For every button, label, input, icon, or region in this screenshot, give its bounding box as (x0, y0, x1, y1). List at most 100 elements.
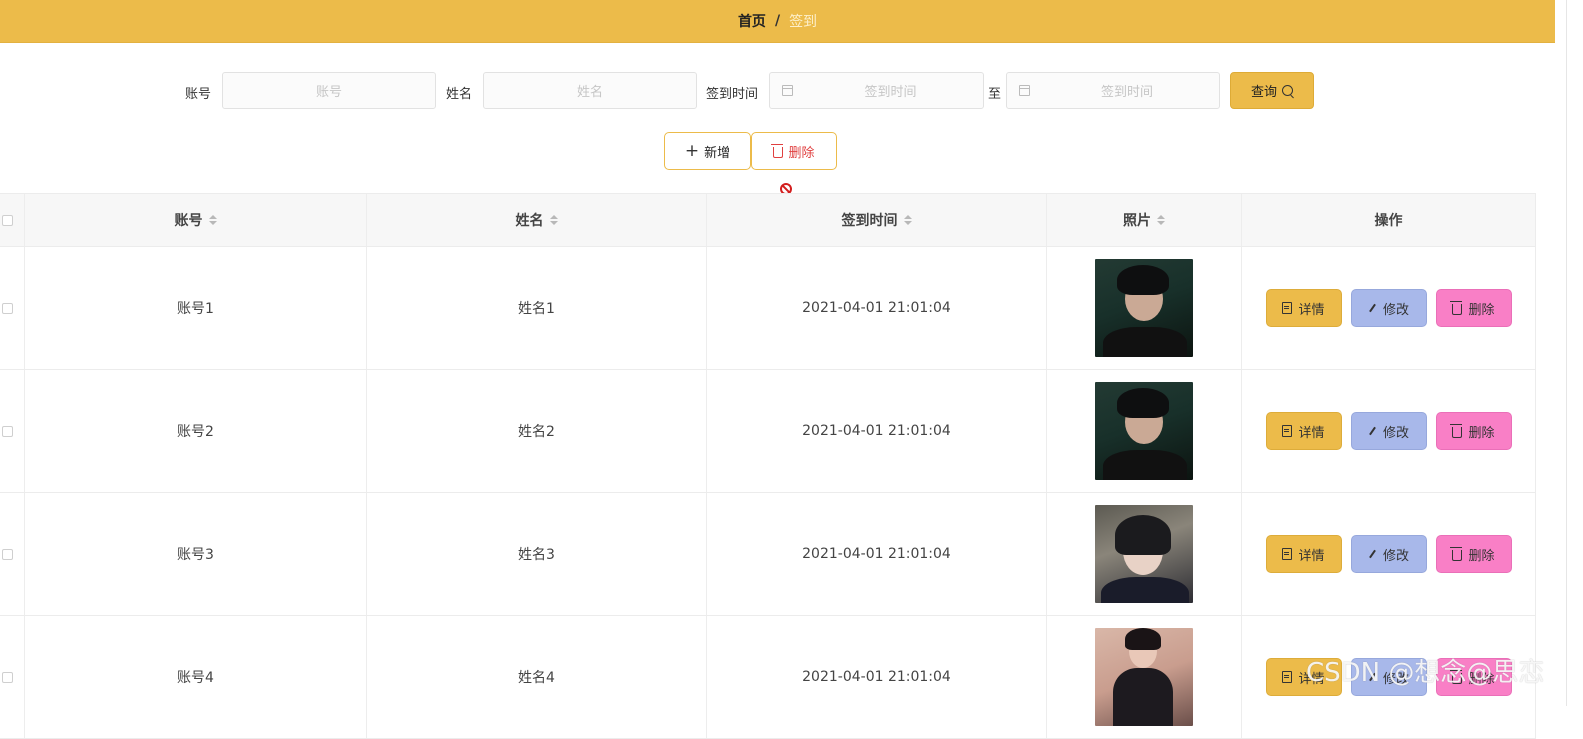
time-label: 签到时间 (706, 87, 759, 102)
delete-button[interactable]: 删除 (1435, 535, 1512, 573)
to-label: 至 (988, 87, 1002, 102)
cell-name: 姓名1 (367, 247, 707, 369)
detail-label: 详情 (1298, 671, 1325, 687)
header-account[interactable]: 账号 (25, 194, 367, 246)
row-checkbox-cell (0, 493, 25, 615)
edit-icon (1369, 672, 1376, 682)
detail-label: 详情 (1298, 548, 1325, 564)
row-checkbox-cell (0, 616, 25, 738)
action-bar: + 新增 删除 (0, 132, 1555, 172)
time-end-placeholder: 签到时间 (1100, 85, 1153, 100)
select-all-checkbox[interactable] (1, 214, 13, 226)
breadcrumb-current: 签到 (789, 14, 818, 30)
search-icon (1282, 85, 1293, 96)
delete-label: 删除 (1468, 425, 1495, 441)
name-input[interactable]: 姓名 (483, 72, 697, 109)
table-header: 账号 姓名 签到时间 照片 操作 (0, 193, 1535, 247)
sort-icon[interactable] (1157, 215, 1165, 225)
edit-label: 修改 (1382, 425, 1409, 441)
cell-account: 账号3 (25, 493, 367, 615)
name-placeholder: 姓名 (576, 85, 603, 100)
page-edge (1555, 0, 1583, 706)
time-start-placeholder: 签到时间 (864, 85, 917, 100)
delete-button[interactable]: 删除 (1435, 658, 1512, 696)
sort-icon[interactable] (903, 215, 912, 225)
account-placeholder: 账号 (315, 85, 342, 100)
edit-label: 修改 (1382, 548, 1409, 564)
cell-time: 2021-04-01 21:01:04 (707, 616, 1047, 738)
document-icon (1282, 425, 1293, 437)
header-name[interactable]: 姓名 (367, 194, 707, 246)
header-account-label: 账号 (174, 213, 203, 229)
cell-ops: 详情 修改 删除 (1242, 370, 1535, 492)
row-checkbox-cell (0, 370, 25, 492)
breadcrumb-separator: / (774, 13, 781, 29)
account-label: 账号 (185, 87, 212, 102)
header-time-label: 签到时间 (841, 213, 898, 229)
cell-name: 姓名2 (367, 370, 707, 492)
portrait-photo[interactable] (1095, 505, 1193, 603)
account-input[interactable]: 账号 (222, 72, 436, 109)
delete-label: 删除 (1468, 671, 1495, 687)
table-row: 账号4 姓名4 2021-04-01 21:01:04 详情 修改 删除 (0, 616, 1535, 739)
checkin-table: 账号 姓名 签到时间 照片 操作 账号1 姓名1 2021-04-01 21:0… (0, 193, 1536, 739)
calendar-icon (1019, 85, 1030, 96)
sort-icon[interactable] (208, 215, 217, 225)
detail-button[interactable]: 详情 (1265, 535, 1342, 573)
trash-icon (1450, 301, 1463, 315)
row-checkbox-cell (0, 247, 25, 369)
table-row: 账号1 姓名1 2021-04-01 21:01:04 详情 修改 删除 (0, 247, 1535, 370)
delete-label: 删除 (1468, 548, 1495, 564)
time-end-input[interactable]: 签到时间 (1006, 72, 1220, 109)
delete-label: 删除 (1468, 302, 1495, 318)
detail-button[interactable]: 详情 (1265, 289, 1342, 327)
header-photo[interactable]: 照片 (1047, 194, 1242, 246)
time-start-input[interactable]: 签到时间 (769, 72, 984, 109)
header-time[interactable]: 签到时间 (707, 194, 1047, 246)
header-name-label: 姓名 (515, 213, 544, 229)
edit-button[interactable]: 修改 (1350, 658, 1427, 696)
portrait-photo[interactable] (1095, 382, 1193, 480)
row-checkbox[interactable] (1, 671, 13, 683)
trash-icon (1450, 424, 1463, 438)
table-row: 账号3 姓名3 2021-04-01 21:01:04 详情 修改 删除 (0, 493, 1535, 616)
document-icon (1282, 671, 1293, 683)
portrait-photo[interactable] (1095, 628, 1193, 726)
search-form: 账号 账号 姓名 姓名 签到时间 签到时间 至 签到时间 查询 (0, 72, 1555, 112)
trash-icon (1450, 547, 1463, 561)
row-checkbox[interactable] (1, 302, 13, 314)
edit-button[interactable]: 修改 (1350, 535, 1427, 573)
delete-button[interactable]: 删除 (1435, 289, 1512, 327)
detail-label: 详情 (1298, 425, 1325, 441)
cell-account: 账号2 (25, 370, 367, 492)
edit-icon (1369, 426, 1376, 436)
trash-icon (1450, 670, 1463, 684)
add-label: 新增 (704, 145, 731, 161)
detail-button[interactable]: 详情 (1265, 658, 1342, 696)
scrollbar-track[interactable] (1566, 0, 1567, 706)
breadcrumb-home[interactable]: 首页 (738, 11, 766, 31)
cell-photo (1047, 370, 1242, 492)
delete-button[interactable]: 删除 (1435, 412, 1512, 450)
cell-photo (1047, 616, 1242, 738)
edit-label: 修改 (1382, 302, 1409, 318)
cell-name: 姓名3 (367, 493, 707, 615)
edit-button[interactable]: 修改 (1350, 412, 1427, 450)
row-checkbox[interactable] (1, 548, 13, 560)
document-icon (1282, 548, 1293, 560)
batch-delete-button[interactable]: 删除 (751, 132, 837, 170)
edit-label: 修改 (1382, 671, 1409, 687)
edit-button[interactable]: 修改 (1350, 289, 1427, 327)
add-button[interactable]: + 新增 (664, 132, 751, 170)
cell-time: 2021-04-01 21:01:04 (707, 493, 1047, 615)
portrait-photo[interactable] (1095, 259, 1193, 357)
sort-icon[interactable] (549, 215, 558, 225)
row-checkbox[interactable] (1, 425, 13, 437)
detail-label: 详情 (1298, 302, 1325, 318)
query-button[interactable]: 查询 (1230, 72, 1314, 109)
cell-ops: 详情 修改 删除 (1242, 247, 1535, 369)
document-icon (1282, 302, 1293, 314)
detail-button[interactable]: 详情 (1265, 412, 1342, 450)
header-checkbox-cell (0, 194, 25, 246)
top-header: 首页 / 签到 (0, 0, 1555, 43)
